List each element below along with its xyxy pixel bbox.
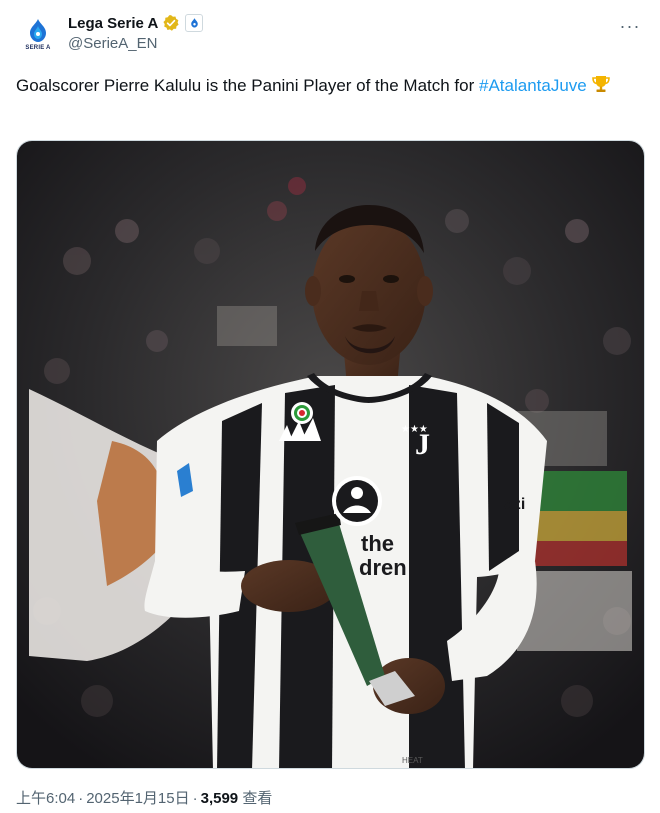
trophy-icon: [591, 74, 611, 102]
affiliation-badge-icon[interactable]: [185, 14, 204, 32]
separator-dot: ·: [78, 790, 84, 807]
separator-dot: ·: [192, 790, 198, 807]
verified-badge-icon[interactable]: [162, 14, 180, 32]
account-names: Lega Serie A @SerieA_EN: [68, 12, 204, 54]
tweet-text: Goalscorer Pierre Kalulu is the Panini P…: [16, 72, 644, 102]
serie-a-logo-icon: [30, 18, 46, 42]
tweet-media-photo[interactable]: J ★★★ the dren azi HEAT: [16, 140, 645, 769]
tweet-time[interactable]: 上午6:04: [16, 790, 75, 807]
svg-text:azi: azi: [504, 496, 525, 513]
tweet-date[interactable]: 2025年1月15日: [86, 790, 189, 807]
svg-text:dren: dren: [359, 555, 407, 580]
hashtag-link[interactable]: #AtalantaJuve: [479, 76, 587, 95]
tweet-card: SERIE A Lega Serie A @SerieA_EN ··· Goal…: [0, 0, 660, 813]
views-count: 3,599: [200, 790, 239, 807]
avatar[interactable]: SERIE A: [16, 12, 60, 56]
avatar-text: SERIE A: [25, 44, 51, 51]
tweet-meta: 上午6:04 · 2025年1月15日 · 3,599 查看: [16, 789, 272, 809]
tweet-text-body: Goalscorer Pierre Kalulu is the Panini P…: [16, 76, 479, 95]
player-photo: J ★★★ the dren azi HEAT: [17, 141, 644, 768]
views-label: 查看: [242, 790, 273, 807]
display-name[interactable]: Lega Serie A: [68, 15, 158, 32]
svg-text:HEAT: HEAT: [402, 756, 423, 765]
handle[interactable]: @SerieA_EN: [68, 34, 203, 54]
tweet-header: SERIE A Lega Serie A @SerieA_EN ···: [16, 10, 644, 58]
more-options-icon[interactable]: ···: [616, 12, 644, 40]
name-row: Lega Serie A: [68, 12, 204, 34]
svg-text:the: the: [361, 531, 394, 556]
svg-text:★★★: ★★★: [401, 424, 428, 435]
